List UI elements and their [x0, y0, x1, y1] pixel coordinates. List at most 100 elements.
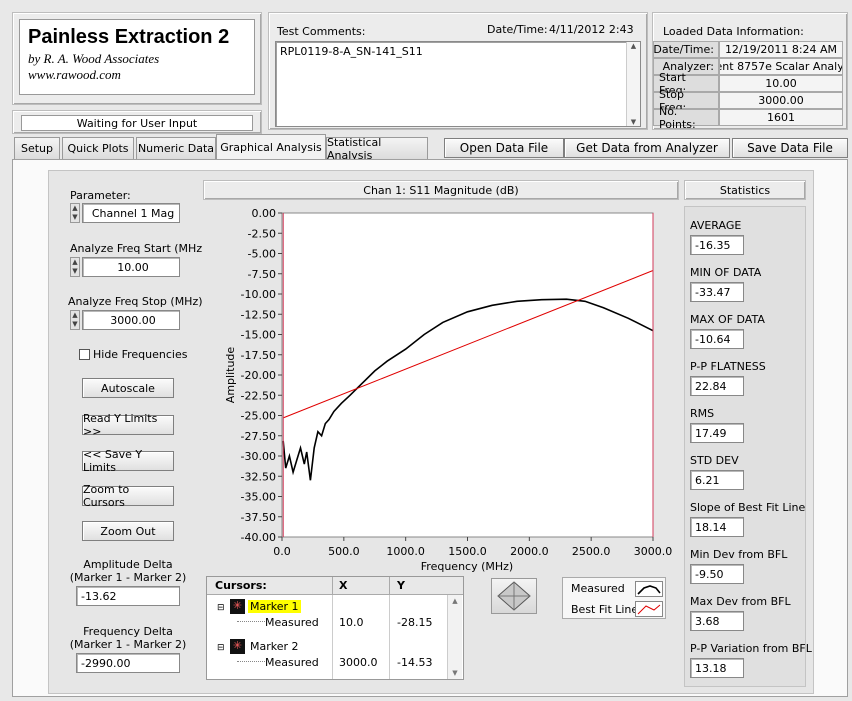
collapse-icon[interactable]: ⊟	[217, 603, 225, 613]
autoscale-button[interactable]: Autoscale	[82, 378, 174, 398]
stat-value: 22.84	[690, 376, 744, 396]
legend-measured-swatch	[635, 581, 663, 597]
comments-panel: Test Comments: Date/Time: 4/11/2012 2:43…	[268, 12, 648, 130]
x-tick-label: 1500.0	[448, 545, 487, 558]
tab-setup[interactable]: Setup	[14, 137, 60, 159]
x-tick-label: 500.0	[328, 545, 360, 558]
marker-1-x: 10.0	[339, 616, 364, 629]
logo-panel: Painless Extraction 2 by R. A. Wood Asso…	[12, 12, 262, 105]
x-axis-label: Frequency (MHz)	[421, 560, 513, 573]
collapse-icon[interactable]: ⊟	[217, 643, 225, 653]
statistics-title: Statistics	[684, 180, 806, 200]
hide-frequencies-label: Hide Frequencies	[93, 348, 188, 361]
tab-numeric-data[interactable]: Numeric Data	[136, 137, 216, 159]
tree-line	[237, 621, 265, 622]
stat-label: Min Dev from BFL	[690, 548, 788, 561]
start-freq-input[interactable]: 10.00	[82, 257, 180, 277]
stat-label: Max Dev from BFL	[690, 595, 791, 608]
y-tick-label: -17.50	[241, 349, 276, 362]
stat-value: 17.49	[690, 423, 744, 443]
y-tick-label: -7.50	[248, 268, 276, 281]
stat-value: 3.68	[690, 611, 744, 631]
cursor-header-name: Cursors:	[215, 579, 267, 592]
open-data-file-button[interactable]: Open Data File	[444, 138, 564, 158]
stop-freq-spinner-icon[interactable]: ▲ ▼	[70, 310, 80, 330]
stat-value: -9.50	[690, 564, 744, 584]
stat-value: -16.35	[690, 235, 744, 255]
y-tick-label: -32.50	[241, 470, 276, 483]
app-website: www.rawood.com	[28, 67, 121, 82]
comments-label: Test Comments:	[277, 25, 366, 38]
loaded-info-row-value: 10.00	[719, 75, 843, 92]
scroll-down-icon[interactable]: ▼	[627, 118, 640, 126]
y-tick-label: 0.00	[252, 207, 277, 220]
y-tick-label: -15.00	[241, 329, 276, 342]
loaded-info-row-value: 1601	[719, 109, 843, 126]
marker-2-x: 3000.0	[339, 656, 378, 669]
scroll-down-icon[interactable]: ▼	[448, 669, 462, 677]
tab-quick-plots[interactable]: Quick Plots	[62, 137, 134, 159]
get-data-button[interactable]: Get Data from Analyzer	[564, 138, 730, 158]
save-data-file-button[interactable]: Save Data File	[732, 138, 848, 158]
tab-graphical-analysis[interactable]: Graphical Analysis	[216, 134, 326, 160]
stat-value: 18.14	[690, 517, 744, 537]
cursor-table[interactable]: Cursors: X Y ▲ ▼ ⊟ ✳ Marker 1 Measured 1…	[206, 576, 464, 680]
cursor-move-pad[interactable]	[491, 578, 537, 614]
y-tick-label: -30.00	[241, 450, 276, 463]
chart-title: Chan 1: S11 Magnitude (dB)	[203, 180, 679, 200]
parameter-spinner-icon[interactable]: ▲ ▼	[70, 203, 80, 223]
header-divider	[332, 577, 333, 595]
y-tick-label: -20.00	[241, 369, 276, 382]
stop-freq-input[interactable]: 3000.00	[82, 310, 180, 330]
marker-2-source: Measured	[265, 656, 319, 669]
marker-1-label[interactable]: Marker 1	[248, 600, 301, 613]
plot-area	[281, 212, 654, 538]
y-tick-label: -27.50	[241, 430, 276, 443]
amplitude-delta-value: -13.62	[76, 586, 180, 606]
frequency-delta-label: Frequency Delta	[83, 625, 173, 638]
cursor-table-scrollbar[interactable]: ▲ ▼	[447, 595, 462, 679]
marker-2-y: -14.53	[397, 656, 433, 669]
x-tick-label: 3000.0	[634, 545, 673, 558]
scroll-up-icon[interactable]: ▲	[627, 42, 640, 50]
read-y-limits-button[interactable]: Read Y Limits >>	[82, 412, 174, 438]
y-tick-label: -5.00	[248, 248, 276, 261]
save-y-limits-button[interactable]: << Save Y Limits	[82, 448, 174, 474]
tab-statistical-analysis[interactable]: Statistical Analysis	[326, 136, 428, 162]
zoom-out-button[interactable]: Zoom Out	[82, 521, 174, 541]
stat-label: MAX OF DATA	[690, 313, 765, 326]
amplitude-delta-label: Amplitude Delta	[83, 558, 173, 571]
y-tick-label: -10.00	[241, 288, 276, 301]
comments-textarea[interactable]: RPL0119-8-A_SN-141_S11 ▲ ▼	[275, 41, 641, 127]
x-tick-label: 2500.0	[572, 545, 611, 558]
parameter-label: Parameter:	[70, 189, 131, 202]
amplitude-delta-sublabel: (Marker 1 - Marker 2)	[69, 571, 187, 584]
marker-1-source: Measured	[265, 616, 319, 629]
chart-plot[interactable]: 0.00 -2.50 -5.00 -7.50 -10.00 -12.50 -15.00 -17…	[203, 201, 679, 573]
hide-frequencies-checkbox[interactable]	[79, 349, 90, 360]
parameter-select[interactable]: Channel 1 Mag	[82, 203, 180, 223]
marker-2-label[interactable]: Marker 2	[250, 640, 299, 653]
stat-label: P-P Variation from BFL	[690, 642, 812, 655]
marker-2-icon: ✳	[230, 639, 245, 654]
comments-scrollbar[interactable]: ▲ ▼	[626, 42, 640, 126]
stat-label: AVERAGE	[690, 219, 742, 232]
stat-label: MIN OF DATA	[690, 266, 762, 279]
scroll-up-icon[interactable]: ▲	[448, 597, 462, 605]
column-divider	[332, 595, 333, 679]
legend-bfl-label: Best Fit Line	[571, 603, 639, 616]
loaded-info-panel: Loaded Data Information: Date/Time: 12/19…	[652, 12, 848, 131]
loaded-info-title: Loaded Data Information:	[663, 25, 804, 38]
stat-label: Slope of Best Fit Line	[690, 501, 806, 514]
loaded-info-row-value: lent 8757e Scalar Analyz	[719, 58, 843, 75]
marker-1-icon: ✳	[230, 599, 245, 614]
cursor-table-header: Cursors: X Y	[207, 577, 463, 595]
loaded-info-row-label: Date/Time:	[653, 41, 719, 58]
start-freq-spinner-icon[interactable]: ▲ ▼	[70, 257, 80, 277]
loaded-info-row-label: No. Points:	[653, 105, 719, 131]
app-title: Painless Extraction 2	[28, 26, 230, 48]
zoom-to-cursors-button[interactable]: Zoom to Cursors	[82, 483, 174, 509]
column-divider	[389, 595, 390, 679]
diamond-icon[interactable]	[492, 579, 536, 613]
stat-value: 6.21	[690, 470, 744, 490]
